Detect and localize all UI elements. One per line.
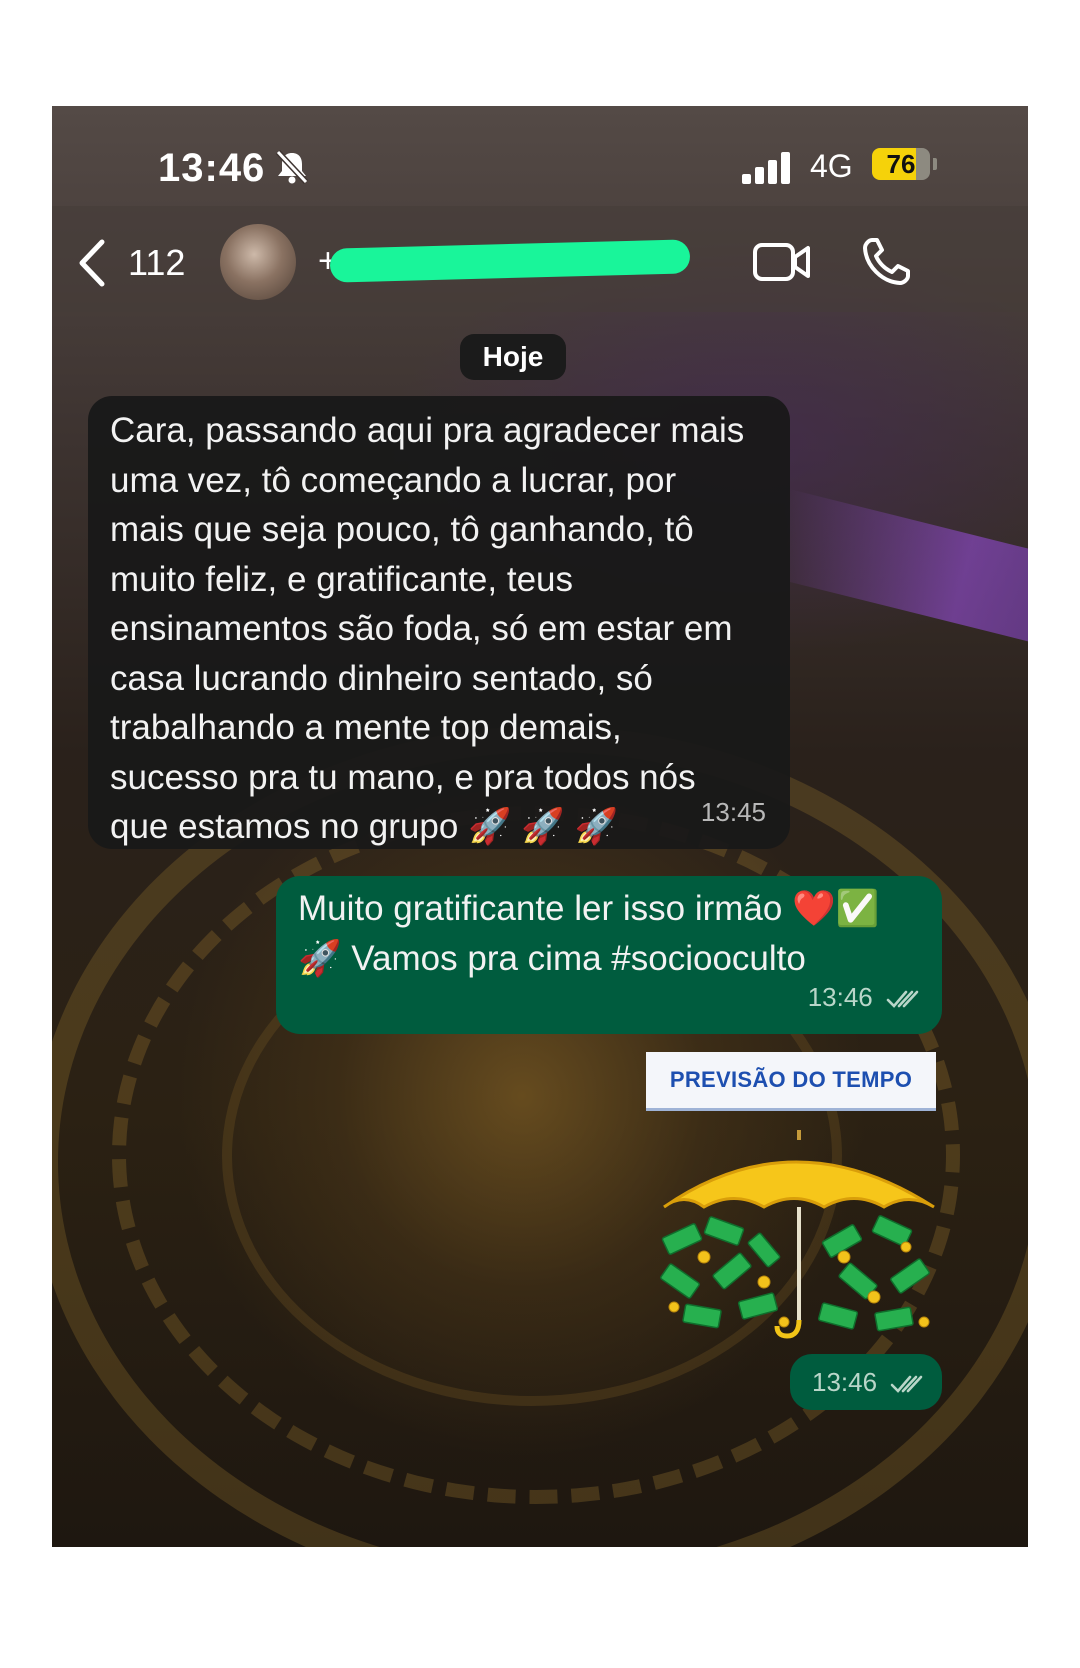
outgoing-message-bubble[interactable]: Muito gratificante ler isso irmão ❤️✅ 🚀 … — [276, 876, 942, 1034]
signal-icon — [742, 152, 790, 184]
message-line: trabalhando a mente top demais, — [110, 708, 622, 747]
battery-tip — [933, 158, 937, 170]
date-separator: Hoje — [460, 334, 566, 380]
wallpaper-purple-band — [765, 488, 1028, 654]
message-timestamp: 13:46 — [807, 981, 873, 1012]
message-line: Muito gratificante ler isso irmão ❤️✅ — [298, 889, 880, 928]
chat-screen: 13:46 4G 76 112 + Hoje Cara, passando aq… — [52, 106, 1028, 1547]
message-timestamp-row: 13:46 — [808, 973, 920, 1023]
phone-call-icon[interactable] — [860, 236, 912, 288]
umbrella-money-icon — [660, 1130, 935, 1339]
contact-avatar[interactable] — [220, 224, 296, 300]
back-chevron-icon[interactable] — [74, 238, 110, 288]
message-line: uma vez, tô começando a lucrar, por — [110, 460, 677, 500]
message-line: mais que seja pouco, tô ganhando, tô — [110, 510, 694, 549]
message-timestamp: 13:45 — [700, 796, 766, 827]
unread-count[interactable]: 112 — [128, 242, 185, 284]
network-type: 4G — [810, 148, 853, 184]
incoming-message-bubble[interactable]: Cara, passando aqui pra agradecer mais u… — [88, 396, 790, 849]
video-call-icon[interactable] — [752, 240, 812, 284]
message-line: muito feliz, e gratificante, teus — [110, 559, 573, 599]
message-line: casa lucrando dinheiro sentado, só — [110, 658, 653, 698]
message-line: sucesso pra tu mano, e pra todos nós — [110, 757, 696, 797]
message-line: que estamos no grupo 🚀 🚀 🚀 — [110, 807, 619, 846]
status-time: 13:46 — [158, 146, 266, 190]
weather-money-sticker[interactable]: PREVISÃO DO TEMPO — [644, 1052, 956, 1342]
message-timestamp: 13:46 — [812, 1367, 878, 1397]
sticker-timestamp-bubble: 13:46 — [790, 1354, 942, 1410]
double-check-icon — [886, 990, 919, 1008]
double-check-icon — [891, 1375, 923, 1394]
bell-muted-icon — [275, 150, 309, 184]
sticker-banner: PREVISÃO DO TEMPO — [646, 1052, 936, 1111]
message-line: Cara, passando aqui pra agradecer mais — [110, 411, 745, 450]
message-line: ensinamentos são foda, só em estar em — [110, 609, 733, 648]
battery-indicator: 76 — [872, 148, 930, 180]
